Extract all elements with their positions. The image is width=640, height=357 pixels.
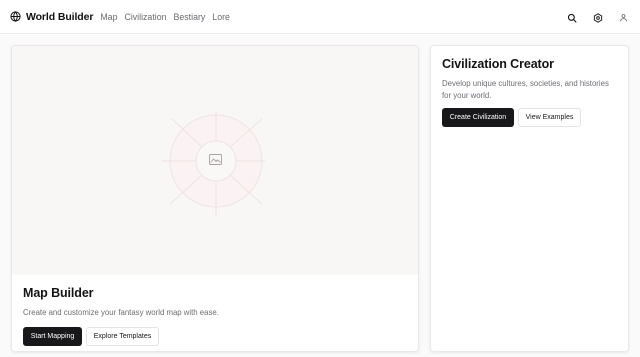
civ-card-actions: Create Civilization View Examples [442,108,618,127]
brand[interactable]: World Builder [10,11,93,23]
map-preview [12,46,418,275]
explore-templates-button[interactable]: Explore Templates [86,326,159,346]
nav-link-bestiary[interactable]: Bestiary [174,12,206,22]
brand-title: World Builder [26,10,94,23]
map-card-actions: Start Mapping Explore Templates [23,326,408,346]
search-button[interactable] [562,8,581,27]
nav-link-civilization[interactable]: Civilization [124,12,166,22]
civ-card-body: Civilization Creator Develop unique cult… [442,57,618,127]
civ-card-description: Develop unique cultures, societies, and … [442,79,609,100]
main-nav: Map Civilization Bestiary Lore [100,12,230,22]
top-navbar: World Builder Map Civilization Bestiary … [0,0,640,34]
nav-link-lore[interactable]: Lore [212,12,230,22]
map-card-description: Create and customize your fantasy world … [23,308,219,317]
map-card-body: Map Builder Create and customize your fa… [23,286,408,346]
map-card-title: Map Builder [23,286,94,300]
civilization-creator-card: Civilization Creator Develop unique cult… [430,45,629,352]
image-icon [209,154,222,165]
user-button[interactable] [614,8,633,27]
map-builder-card: Map Builder Create and customize your fa… [11,45,419,352]
start-mapping-button[interactable]: Start Mapping [23,326,82,346]
header-actions [562,8,633,27]
civ-card-title: Civilization Creator [442,57,554,71]
globe-icon [10,11,21,22]
settings-icon [593,12,603,23]
view-examples-button[interactable]: View Examples [518,108,581,127]
search-icon [567,13,577,23]
user-icon [619,13,628,22]
create-civilization-button[interactable]: Create Civilization [442,108,514,127]
settings-button[interactable] [588,8,607,27]
nav-link-map[interactable]: Map [100,12,117,22]
